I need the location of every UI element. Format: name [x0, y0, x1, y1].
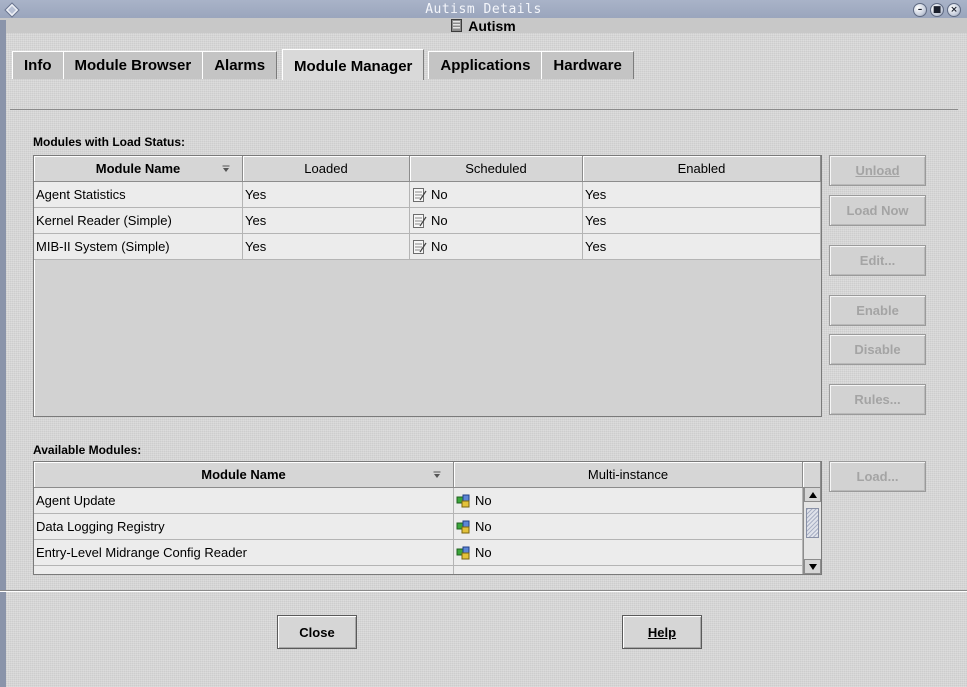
- module-name-cell: MIB-II System (Simple): [34, 234, 243, 260]
- column-header-corner: [803, 462, 821, 488]
- schedule-note-icon: [413, 239, 427, 254]
- footer-divider: [0, 590, 967, 592]
- close-dialog-button[interactable]: Close: [277, 615, 357, 649]
- scheduled-value: No: [431, 213, 448, 228]
- window-title: Autism Details: [425, 2, 542, 17]
- host-name: Autism: [468, 17, 516, 34]
- enabled-cell: Yes: [583, 234, 821, 260]
- column-header-scheduled[interactable]: Scheduled: [410, 156, 583, 182]
- button-label: Load...: [856, 469, 899, 484]
- help-button[interactable]: Help: [622, 615, 702, 649]
- column-header-label: Module Name: [95, 161, 181, 176]
- multi-instance-value: No: [475, 519, 492, 534]
- available-modules-table[interactable]: Module Name Multi-instance Agent Update …: [33, 461, 822, 575]
- loaded-modules-label: Modules with Load Status:: [33, 135, 185, 149]
- button-label: Help: [647, 624, 677, 640]
- module-name-cell: Agent Update: [34, 488, 454, 514]
- arrow-down-icon: [808, 563, 817, 570]
- unload-button[interactable]: Unload: [829, 155, 926, 186]
- window-left-border: [0, 20, 6, 687]
- table-row[interactable]: Agent Statistics Yes No Yes: [34, 182, 821, 208]
- host-header: Autism: [0, 17, 967, 34]
- scheduled-value: No: [431, 187, 448, 202]
- button-label: Disable: [854, 342, 901, 357]
- button-label: Close: [299, 624, 335, 640]
- button-label: Unload: [855, 163, 900, 178]
- tab-hardware[interactable]: Hardware: [541, 51, 634, 79]
- sort-descending-icon: [222, 165, 230, 172]
- scroll-down-button[interactable]: [804, 559, 821, 574]
- column-header-multi-instance[interactable]: Multi-instance: [454, 462, 803, 488]
- load-button[interactable]: Load...: [829, 461, 926, 492]
- column-header-module-name[interactable]: Module Name: [34, 156, 243, 182]
- column-header-loaded[interactable]: Loaded: [243, 156, 410, 182]
- table-header: Module Name Multi-instance: [34, 462, 821, 488]
- multi-instance-cell: No: [454, 514, 803, 540]
- table-row[interactable]: Data Logging Registry No: [34, 514, 821, 540]
- rules-button[interactable]: Rules...: [829, 384, 926, 415]
- multi-instance-value: No: [475, 545, 492, 560]
- schedule-note-icon: [413, 213, 427, 228]
- maximize-button[interactable]: ■: [930, 3, 944, 17]
- column-header-label: Module Name: [201, 467, 286, 482]
- scheduled-cell: No: [410, 208, 583, 234]
- multi-instance-value: No: [475, 493, 492, 508]
- module-name-cell: Kernel Reader (Simple): [34, 208, 243, 234]
- schedule-note-icon: [413, 187, 427, 202]
- multi-instance-cell: [454, 566, 803, 576]
- scheduled-cell: No: [410, 234, 583, 260]
- module-cubes-icon: [456, 494, 470, 507]
- enabled-cell: Yes: [583, 182, 821, 208]
- table-row[interactable]: Kernel Reader (Simple) Yes No Yes: [34, 208, 821, 234]
- module-name-cell: [34, 566, 454, 574]
- vertical-scrollbar[interactable]: [803, 487, 821, 574]
- loaded-cell: Yes: [243, 182, 410, 208]
- tab-bar: Info Module Browser Alarms Module Manage…: [12, 49, 634, 80]
- close-button[interactable]: ×: [947, 3, 961, 17]
- load-now-button[interactable]: Load Now: [829, 195, 926, 226]
- minimize-button[interactable]: –: [913, 3, 927, 17]
- tab-applications[interactable]: Applications: [428, 51, 543, 79]
- module-cubes-icon: [456, 520, 470, 533]
- module-name-cell: Agent Statistics: [34, 182, 243, 208]
- loaded-modules-table[interactable]: Module Name Loaded Scheduled Enabled Age…: [33, 155, 822, 417]
- multi-instance-cell: No: [454, 488, 803, 514]
- tab-divider: [10, 109, 958, 110]
- multi-instance-cell: No: [454, 540, 803, 566]
- arrow-up-icon: [808, 491, 817, 498]
- available-modules-label: Available Modules:: [33, 443, 142, 457]
- tab-alarms[interactable]: Alarms: [202, 51, 278, 79]
- edit-button[interactable]: Edit...: [829, 245, 926, 276]
- loaded-cell: Yes: [243, 208, 410, 234]
- loaded-cell: Yes: [243, 234, 410, 260]
- table-header: Module Name Loaded Scheduled Enabled: [34, 156, 821, 182]
- scheduled-value: No: [431, 239, 448, 254]
- tab-info[interactable]: Info: [12, 51, 64, 79]
- column-header-enabled[interactable]: Enabled: [583, 156, 821, 182]
- scroll-up-button[interactable]: [804, 487, 821, 502]
- button-label: Enable: [856, 303, 899, 318]
- table-row[interactable]: Agent Update No: [34, 488, 821, 514]
- module-cubes-icon: [456, 546, 470, 559]
- table-row-partial[interactable]: [34, 566, 821, 576]
- tab-module-manager[interactable]: Module Manager: [282, 49, 425, 80]
- button-label: Edit...: [859, 253, 896, 268]
- module-name-cell: Entry-Level Midrange Config Reader: [34, 540, 454, 566]
- table-row[interactable]: Entry-Level Midrange Config Reader No: [34, 540, 821, 566]
- module-name-cell: Data Logging Registry: [34, 514, 454, 540]
- module-cubes-icon: [456, 572, 471, 576]
- sort-descending-icon: [433, 471, 441, 478]
- button-label: Load Now: [846, 203, 909, 218]
- button-label: Rules...: [854, 392, 901, 407]
- title-bar[interactable]: Autism Details – ■ × Autism: [0, 0, 967, 34]
- server-icon: [451, 19, 463, 32]
- enabled-cell: Yes: [583, 208, 821, 234]
- scheduled-cell: No: [410, 182, 583, 208]
- disable-button[interactable]: Disable: [829, 334, 926, 365]
- enable-button[interactable]: Enable: [829, 295, 926, 326]
- table-row[interactable]: MIB-II System (Simple) Yes No Yes: [34, 234, 821, 260]
- column-header-module-name[interactable]: Module Name: [34, 462, 454, 488]
- tab-module-browser[interactable]: Module Browser: [62, 51, 204, 79]
- scroll-thumb[interactable]: [806, 508, 819, 538]
